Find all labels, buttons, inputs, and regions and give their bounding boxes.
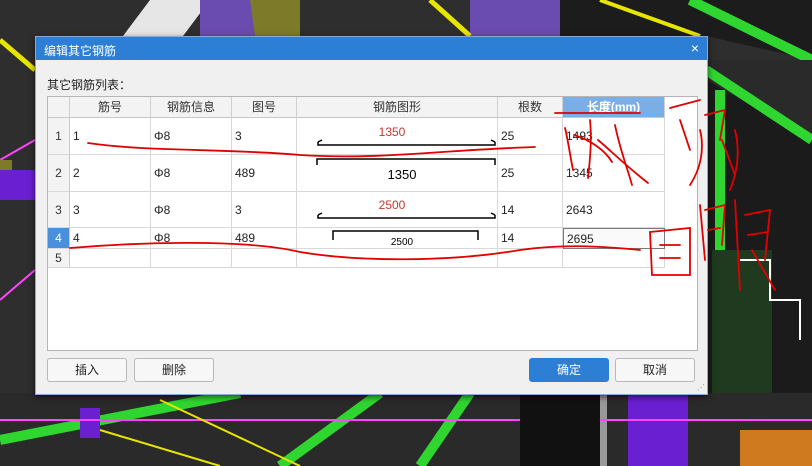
close-icon[interactable]: × [691, 40, 699, 56]
column-header-length[interactable]: 长度(mm) [563, 97, 665, 118]
row-header[interactable]: 3 [48, 192, 70, 228]
cell-count[interactable]: 14 [498, 192, 563, 228]
cell-bar-no[interactable]: 2 [70, 155, 151, 192]
edit-other-rebar-dialog: 编辑其它钢筋 × 其它钢筋列表： 筋号 钢筋信息 图号 钢筋图形 根数 长度(m… [35, 36, 708, 395]
cell-bar-info[interactable]: Φ8 [151, 118, 232, 155]
row-header-selected[interactable]: 4 [48, 228, 70, 249]
cell-count[interactable] [498, 249, 563, 268]
cell-bar-info[interactable]: Φ8 [151, 155, 232, 192]
cell-shape[interactable]: 1350 [297, 118, 498, 155]
u-bar-shape: 2500 [332, 229, 479, 248]
delete-button[interactable]: 删除 [134, 358, 214, 382]
cell-count[interactable]: 25 [498, 118, 563, 155]
cell-shape-no[interactable]: 3 [232, 118, 297, 155]
shape-dimension-label: 1350 [388, 167, 417, 182]
rebar-list-label: 其它钢筋列表： [47, 78, 132, 92]
column-header-bar-info[interactable]: 钢筋信息 [151, 97, 232, 118]
u-bar-shape: 1350 [316, 157, 496, 182]
column-header-shape[interactable]: 钢筋图形 [297, 97, 498, 118]
cell-shape[interactable]: 2500 [297, 192, 498, 228]
hook-bar-shape: 1350 [317, 125, 496, 146]
ok-button[interactable]: 确定 [529, 358, 609, 382]
cell-length[interactable]: 1493 [563, 118, 665, 155]
shape-dimension-label: 2500 [379, 198, 406, 212]
shape-dimension-label: 1350 [379, 125, 406, 139]
insert-button[interactable]: 插入 [47, 358, 127, 382]
cell-shape-no[interactable] [232, 249, 297, 268]
resize-grip-icon[interactable]: ⋰ [697, 383, 705, 392]
cell-length-selected[interactable]: 2695 [563, 228, 665, 249]
row-header[interactable]: 1 [48, 118, 70, 155]
column-header-bar-no[interactable]: 筋号 [70, 97, 151, 118]
hook-bar-shape: 2500 [317, 198, 496, 219]
dialog-title-bar[interactable]: 编辑其它钢筋 × [36, 37, 707, 60]
cell-bar-info[interactable]: Φ8 [151, 228, 232, 249]
cell-bar-no[interactable]: 1 [70, 118, 151, 155]
cell-bar-no[interactable]: 4 [70, 228, 151, 249]
cell-count[interactable]: 25 [498, 155, 563, 192]
cell-length[interactable]: 1345 [563, 155, 665, 192]
cell-shape-no[interactable]: 489 [232, 155, 297, 192]
cell-bar-no[interactable] [70, 249, 151, 268]
cell-bar-info[interactable] [151, 249, 232, 268]
cell-shape[interactable] [297, 249, 498, 268]
shape-dimension-label: 2500 [391, 237, 414, 248]
column-header-shape-no[interactable]: 图号 [232, 97, 297, 118]
column-header-count[interactable]: 根数 [498, 97, 563, 118]
dialog-title: 编辑其它钢筋 [44, 44, 117, 58]
table-corner [48, 97, 70, 118]
cell-bar-no[interactable]: 3 [70, 192, 151, 228]
cell-length[interactable] [563, 249, 665, 268]
cell-shape[interactable]: 2500 [297, 228, 498, 249]
cell-shape-no[interactable]: 3 [232, 192, 297, 228]
row-header[interactable]: 2 [48, 155, 70, 192]
cell-bar-info[interactable]: Φ8 [151, 192, 232, 228]
row-header[interactable]: 5 [48, 249, 70, 268]
cell-count[interactable]: 14 [498, 228, 563, 249]
cell-shape-no[interactable]: 489 [232, 228, 297, 249]
cell-shape[interactable]: 1350 [297, 155, 498, 192]
cancel-button[interactable]: 取消 [615, 358, 695, 382]
cell-length[interactable]: 2643 [563, 192, 665, 228]
rebar-table: 筋号 钢筋信息 图号 钢筋图形 根数 长度(mm) 1 1 Φ8 3 1350 … [47, 96, 698, 351]
